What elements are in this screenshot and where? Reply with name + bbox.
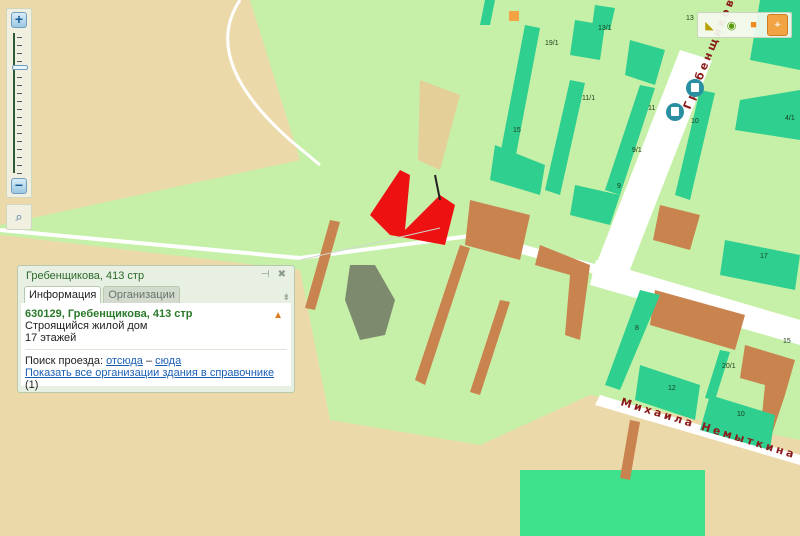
ruler-icon[interactable]: ◣ — [701, 16, 718, 34]
org-count: (1) — [25, 379, 39, 391]
house-number: 12 — [668, 385, 676, 392]
zoom-tick — [17, 101, 22, 102]
zoom-tick — [17, 53, 22, 54]
floors: 17 этажей — [25, 332, 77, 344]
house-number: 9 — [617, 183, 621, 190]
house-number: 19/1 — [545, 40, 559, 47]
zoom-tick — [17, 133, 22, 134]
house-number: 13/1 — [598, 25, 612, 32]
zoom-tick — [17, 149, 22, 150]
zoom-tick — [17, 61, 22, 62]
house-number: 20/1 — [722, 363, 736, 370]
park — [520, 470, 705, 536]
tab-information[interactable]: Информация — [24, 286, 102, 303]
select-icon[interactable]: ⌖ — [767, 14, 789, 36]
bus-stop-icon[interactable] — [686, 79, 704, 97]
zoom-tick — [17, 77, 22, 78]
route-to-link[interactable]: сюда — [155, 355, 181, 367]
zoom-tick — [17, 117, 22, 118]
house-number: 15 — [783, 338, 791, 345]
house-number: 15 — [513, 127, 521, 134]
building-popup: Гребенщикова, 413 стр ⊣ ✖ Информация Орга… — [17, 265, 295, 393]
house-number: 17 — [760, 253, 768, 260]
layers-icon[interactable]: ◉ — [723, 16, 740, 34]
tab-organizations[interactable]: Организации — [103, 286, 180, 303]
bus-stop-icon[interactable] — [666, 103, 684, 121]
zoom-tick — [17, 173, 22, 174]
area-zoom-icon[interactable]: ⌕ — [6, 204, 32, 230]
route-label: Поиск проезда: — [25, 355, 103, 367]
zoom-tick — [17, 157, 22, 158]
house-number: 10 — [691, 118, 699, 125]
house-number: 8 — [635, 325, 639, 332]
zoom-slider-track[interactable] — [13, 33, 15, 173]
zoom-in-button[interactable]: + — [11, 12, 27, 28]
house-number: 10 — [737, 411, 745, 418]
house-number: 11/1 — [582, 95, 595, 102]
warning-icon[interactable]: ▲ — [273, 310, 283, 321]
route-dash: – — [145, 355, 153, 367]
zoom-tick — [17, 93, 22, 94]
house-number: 13 — [686, 15, 694, 22]
zoom-tick — [17, 165, 22, 166]
popup-title: Гребенщикова, 413 стр — [26, 270, 145, 282]
house-number: 11 — [648, 105, 655, 112]
divider — [25, 349, 287, 350]
zoom-control: + − — [6, 8, 32, 198]
zoom-tick — [17, 125, 22, 126]
zoom-tick — [17, 37, 22, 38]
zoom-slider-thumb[interactable] — [12, 64, 28, 70]
house-number: 9/1 — [632, 147, 642, 154]
pin-icon[interactable]: ⊣ — [261, 269, 270, 280]
show-organizations-link[interactable]: Показать все организации здания в справо… — [25, 367, 274, 379]
poi-icon — [509, 11, 519, 21]
area-icon[interactable]: ■ — [745, 16, 762, 34]
zoom-tick — [17, 45, 22, 46]
close-icon[interactable]: ✖ — [278, 269, 286, 280]
description: Строящийся жилой дом — [25, 320, 148, 332]
zoom-tick — [17, 85, 22, 86]
house-number: 4/1 — [785, 115, 795, 122]
address: 630129, Гребенщикова, 413 стр — [25, 308, 193, 320]
zoom-tick — [17, 109, 22, 110]
zoom-tick — [17, 141, 22, 142]
tab-menu-icon[interactable]: ⇟ — [282, 292, 290, 303]
zoom-out-button[interactable]: − — [11, 178, 27, 194]
route-from-link[interactable]: отсюда — [106, 355, 143, 367]
map-toolbar: ◣ ◉ ■ ⌖ — [697, 12, 792, 38]
